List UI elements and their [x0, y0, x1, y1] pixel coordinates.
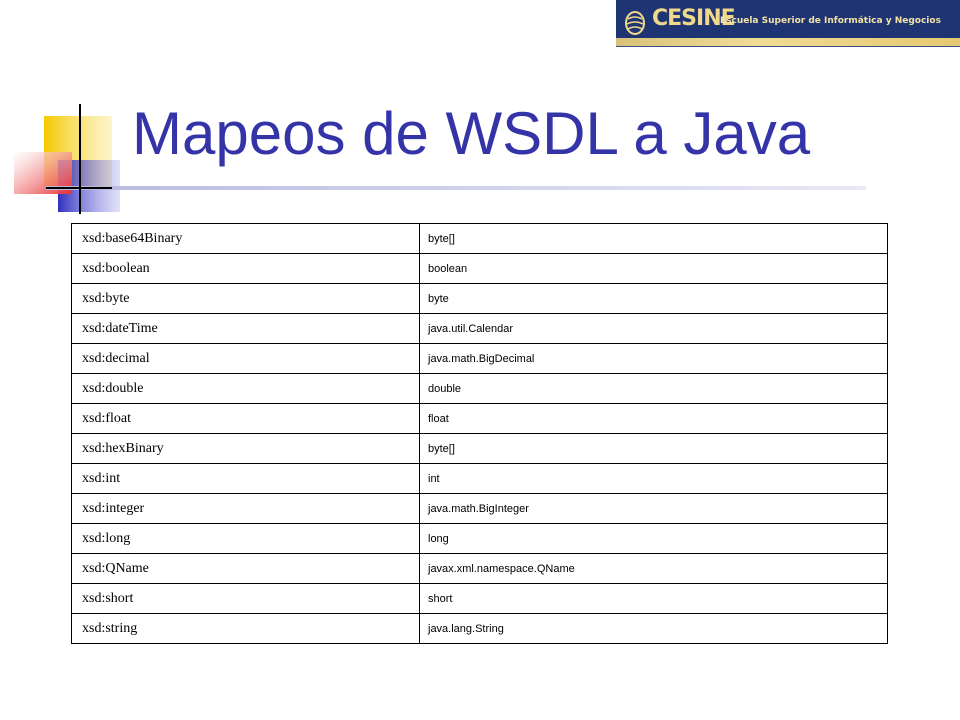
java-type-cell: float — [419, 403, 888, 434]
java-type-cell: java.util.Calendar — [419, 313, 888, 344]
java-type-cell: java.math.BigInteger — [419, 493, 888, 524]
mapping-table-body: xsd:base64Binary byte[] xsd:boolean boolean… — [71, 223, 888, 644]
java-type-cell: java.lang.String — [419, 613, 888, 644]
table-row: xsd:boolean boolean — [71, 253, 888, 284]
xsd-type-cell: xsd:dateTime — [71, 313, 420, 344]
xsd-type-cell: xsd:float — [71, 403, 420, 434]
xsd-type-cell: xsd:decimal — [71, 343, 420, 374]
java-type-cell: java.math.BigDecimal — [419, 343, 888, 374]
title-rule — [46, 186, 866, 190]
xsd-type-cell: xsd:boolean — [71, 253, 420, 284]
logo-underline — [616, 38, 960, 46]
blue-square — [58, 160, 120, 212]
java-type-cell: byte — [419, 283, 888, 314]
table-row: xsd:long long — [71, 523, 888, 554]
globe-icon — [625, 11, 645, 35]
slide-title: Mapeos de WSDL a Java — [132, 100, 811, 167]
red-square — [14, 152, 72, 194]
xsd-type-cell: xsd:short — [71, 583, 420, 614]
table-row: xsd:decimal java.math.BigDecimal — [71, 343, 888, 374]
xsd-type-cell: xsd:string — [71, 613, 420, 644]
java-type-cell: long — [419, 523, 888, 554]
logo-tagline: Escuela Superior de Informática y Negoci… — [720, 16, 941, 26]
xsd-type-cell: xsd:long — [71, 523, 420, 554]
xsd-type-cell: xsd:base64Binary — [71, 223, 420, 254]
table-row: xsd:string java.lang.String — [71, 613, 888, 644]
table-row: xsd:QName javax.xml.namespace.QName — [71, 553, 888, 584]
xsd-type-cell: xsd:byte — [71, 283, 420, 314]
java-type-cell: byte[] — [419, 223, 888, 254]
mapping-table: xsd:base64Binary byte[] xsd:boolean boolean… — [71, 223, 888, 644]
java-type-cell: boolean — [419, 253, 888, 284]
java-type-cell: byte[] — [419, 433, 888, 464]
xsd-type-cell: xsd:hexBinary — [71, 433, 420, 464]
table-row: xsd:hexBinary byte[] — [71, 433, 888, 464]
java-type-cell: short — [419, 583, 888, 614]
table-row: xsd:dateTime java.util.Calendar — [71, 313, 888, 344]
xsd-type-cell: xsd:int — [71, 463, 420, 494]
java-type-cell: javax.xml.namespace.QName — [419, 553, 888, 584]
xsd-type-cell: xsd:integer — [71, 493, 420, 524]
cesine-logo: CESINE Escuela Superior de Informática y… — [616, 0, 960, 47]
table-row: xsd:integer java.math.BigInteger — [71, 493, 888, 524]
yellow-square — [44, 116, 112, 186]
xsd-type-cell: xsd:QName — [71, 553, 420, 584]
table-row: xsd:double double — [71, 373, 888, 404]
table-row: xsd:short short — [71, 583, 888, 614]
table-row: xsd:base64Binary byte[] — [71, 223, 888, 254]
table-row: xsd:byte byte — [71, 283, 888, 314]
xsd-type-cell: xsd:double — [71, 373, 420, 404]
table-row: xsd:float float — [71, 403, 888, 434]
java-type-cell: double — [419, 373, 888, 404]
java-type-cell: int — [419, 463, 888, 494]
table-row: xsd:int int — [71, 463, 888, 494]
